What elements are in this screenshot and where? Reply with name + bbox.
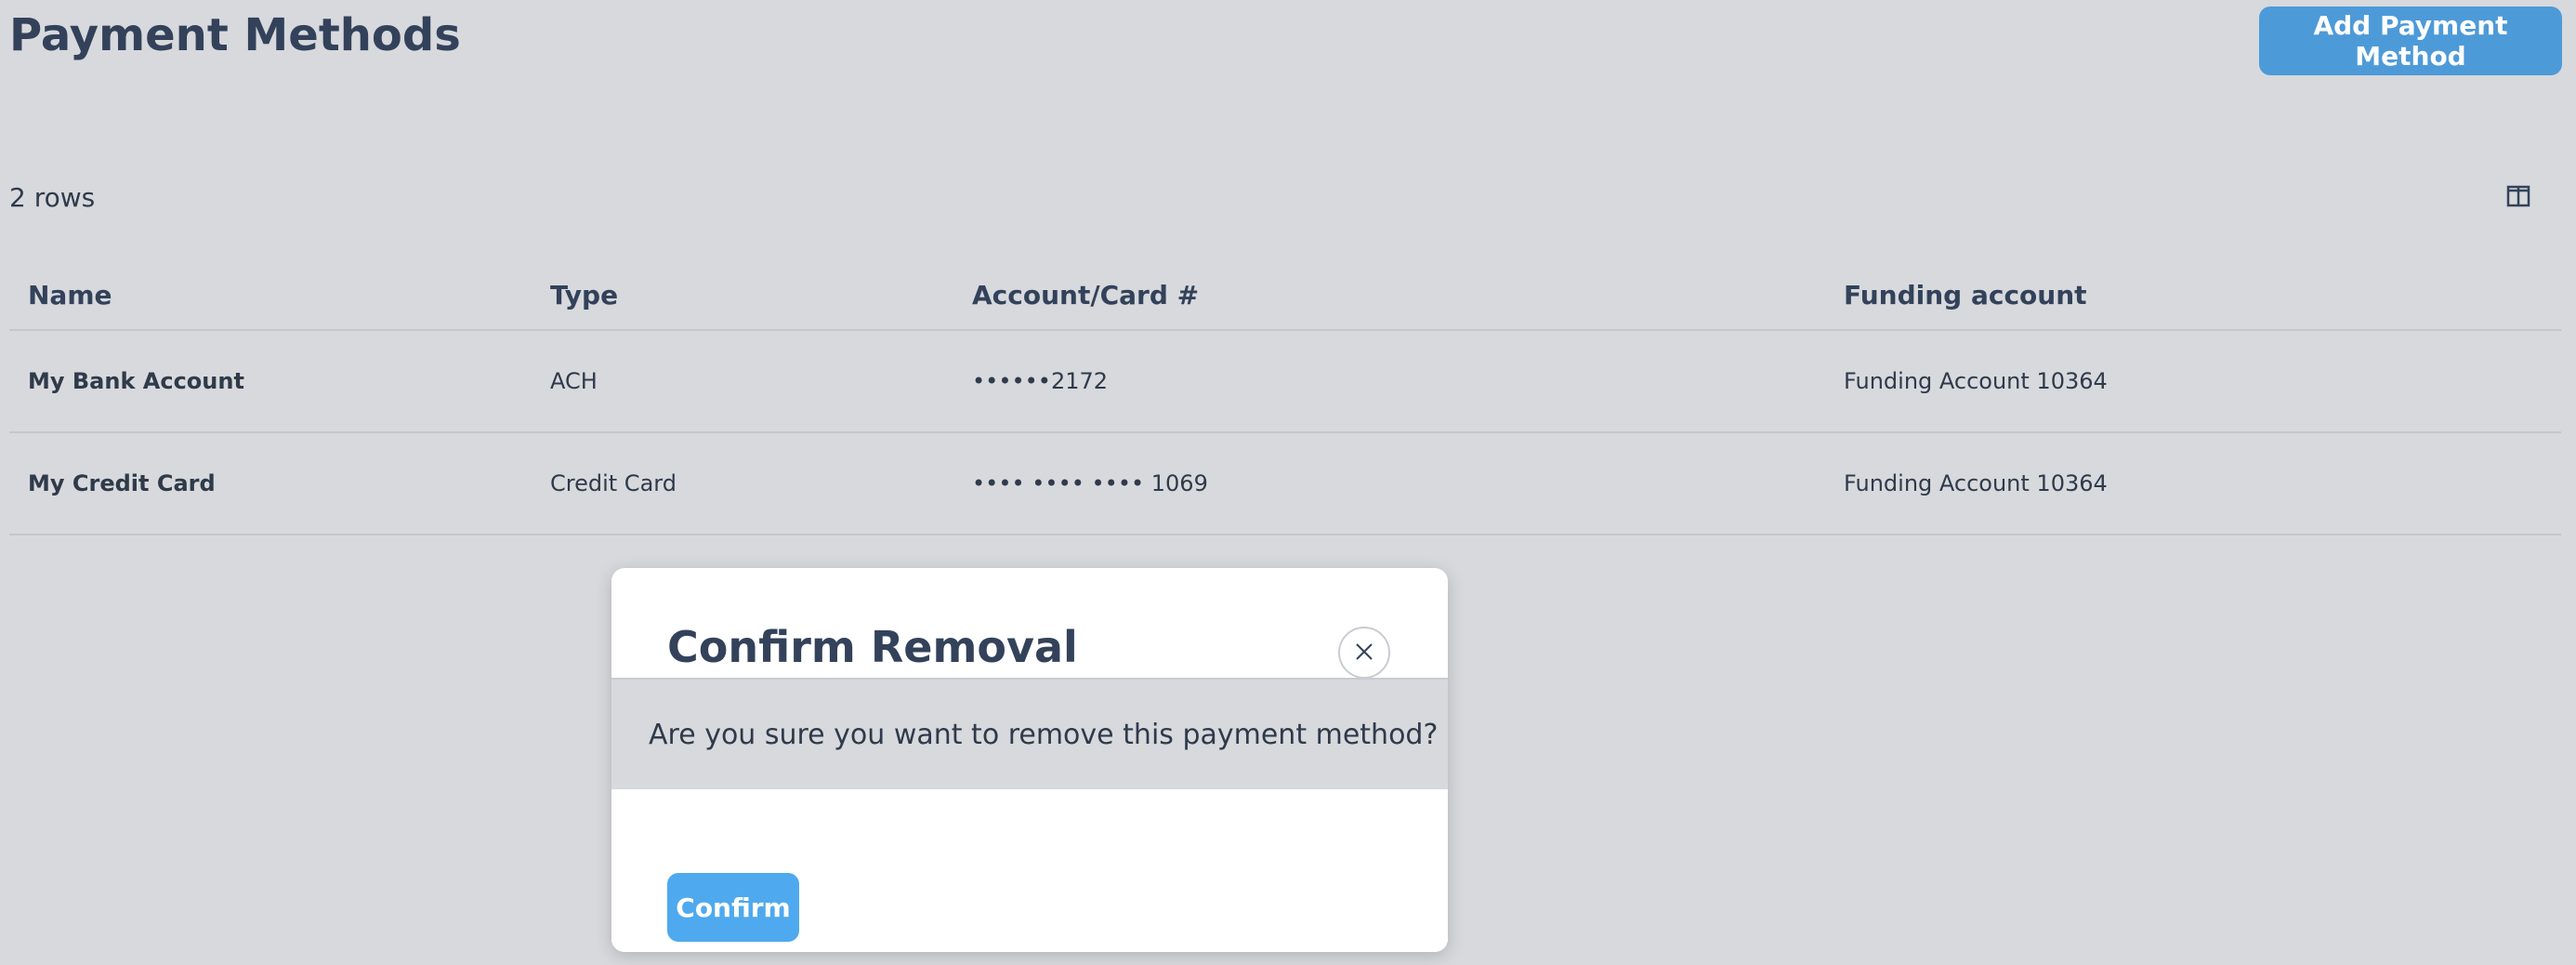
table-row[interactable]: My Credit Card Credit Card •••• •••• •••… [9, 433, 2561, 535]
table-row[interactable]: My Bank Account ACH ••••••2172 Funding A… [9, 331, 2561, 433]
dialog-footer: Confirm [611, 789, 1448, 952]
cell-name: My Bank Account [28, 368, 244, 394]
confirm-removal-dialog: Confirm Removal Are you sure you want to… [611, 568, 1448, 952]
close-icon [1353, 641, 1375, 666]
cell-type: ACH [550, 368, 598, 394]
columns-toggle-icon[interactable] [2506, 184, 2530, 208]
cell-funding-account: Funding Account 10364 [1844, 368, 2108, 394]
column-header-type[interactable]: Type [550, 260, 618, 329]
cell-funding-account: Funding Account 10364 [1844, 470, 2108, 496]
cell-account-number: ••••••2172 [972, 368, 1109, 394]
dialog-title: Confirm Removal [667, 622, 1078, 672]
dialog-close-button[interactable] [1338, 627, 1390, 679]
column-header-account-card[interactable]: Account/Card # [972, 260, 1199, 329]
table-header-row: Name Type Account/Card # Funding account [9, 260, 2561, 331]
cell-type: Credit Card [550, 470, 677, 496]
confirm-button[interactable]: Confirm [667, 873, 799, 942]
dialog-message: Are you sure you want to remove this pay… [649, 719, 1439, 751]
page-title: Payment Methods [9, 9, 461, 61]
payment-methods-page: Payment Methods Add Payment Method 2 row… [0, 0, 2576, 965]
cell-account-number: •••• •••• •••• 1069 [972, 470, 1208, 496]
column-header-funding-account[interactable]: Funding account [1844, 260, 2087, 329]
payment-methods-table: Name Type Account/Card # Funding account… [9, 260, 2561, 535]
dialog-body: Are you sure you want to remove this pay… [611, 680, 1448, 799]
cell-name: My Credit Card [28, 470, 216, 496]
add-payment-method-button[interactable]: Add Payment Method [2259, 7, 2562, 75]
row-count-label: 2 rows [9, 182, 96, 213]
column-header-name[interactable]: Name [28, 260, 112, 329]
